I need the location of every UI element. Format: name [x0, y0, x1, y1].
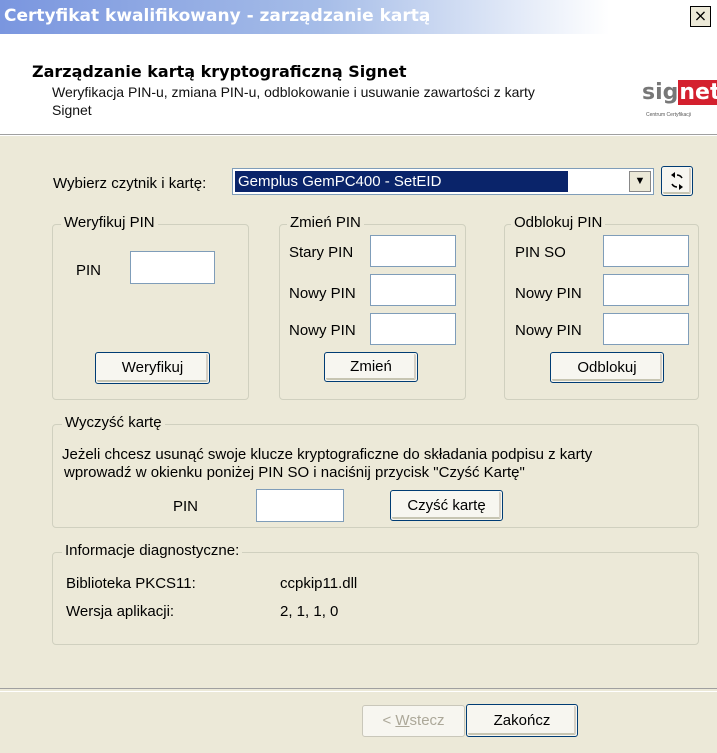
old-pin-input[interactable] [370, 235, 456, 267]
clear-card-text-2: wprowadź w okienku poniżej PIN SO i naci… [64, 464, 525, 481]
close-icon: × [693, 6, 708, 25]
finish-button-label: Zakończ [493, 712, 551, 729]
logo-text-net: net [678, 80, 717, 105]
change-button[interactable]: Zmień [324, 352, 418, 382]
verify-button-label: Weryfikuj [121, 359, 184, 376]
change-button-label: Zmień [350, 358, 392, 375]
change-pin-legend: Zmień PIN [287, 214, 364, 231]
reader-label: Wybierz czytnik i kartę: [53, 175, 207, 192]
diagnostics-legend: Informacje diagnostyczne: [62, 542, 243, 559]
unblock-button[interactable]: Odblokuj [550, 352, 664, 383]
footer-separator [0, 688, 717, 692]
verify-button[interactable]: Weryfikuj [95, 352, 210, 384]
chevron-down-icon[interactable]: ▼ [629, 171, 651, 192]
header-title: Zarządzanie kartą kryptograficzną Signet [32, 62, 407, 81]
close-button[interactable]: × [690, 6, 711, 27]
header-subtitle: Weryfikacja PIN-u, zmiana PIN-u, odbloko… [52, 84, 535, 118]
unblock-button-label: Odblokuj [577, 359, 637, 376]
new-pin-label: Nowy PIN [289, 285, 356, 302]
diagnostics-group [52, 552, 699, 645]
unblock-new-pin-confirm-label: Nowy PIN [515, 322, 582, 339]
library-label: Biblioteka PKCS11: [66, 575, 196, 592]
finish-button[interactable]: Zakończ [466, 704, 578, 737]
clear-card-text-1: Jeżeli chcesz usunąć swoje klucze krypto… [62, 446, 593, 463]
logo-tagline: Centrum Certyfikacji [646, 112, 692, 118]
back-button[interactable]: < Wstecz [362, 705, 465, 737]
title-bar: Certyfikat kwalifikowany - zarządzanie k… [0, 0, 717, 34]
window-title: Certyfikat kwalifikowany - zarządzanie k… [4, 6, 431, 26]
unblock-new-pin-label: Nowy PIN [515, 285, 582, 302]
clear-card-legend: Wyczyść kartę [62, 414, 165, 431]
refresh-icon [671, 172, 683, 190]
reader-selected-value: Gemplus GemPC400 - SetEID [235, 171, 568, 192]
logo-text-sig: sig [642, 80, 679, 105]
so-pin-input[interactable] [603, 235, 689, 267]
library-value: ccpkip11.dll [280, 575, 358, 592]
unblock-pin-legend: Odblokuj PIN [511, 214, 606, 231]
clear-pin-input[interactable] [256, 489, 344, 522]
old-pin-label: Stary PIN [289, 244, 354, 261]
new-pin-confirm-label: Nowy PIN [289, 322, 356, 339]
version-label: Wersja aplikacji: [66, 603, 175, 620]
signet-logo: signet [642, 80, 717, 105]
verify-pin-label: PIN [76, 262, 102, 279]
new-pin-input[interactable] [370, 274, 456, 306]
verify-pin-input[interactable] [130, 251, 215, 284]
refresh-button[interactable] [661, 166, 693, 196]
back-button-label: < Wstecz [382, 712, 445, 729]
unblock-new-pin-confirm-input[interactable] [603, 313, 689, 345]
reader-select[interactable]: Gemplus GemPC400 - SetEID ▼ [232, 168, 654, 195]
clear-pin-label: PIN [173, 498, 199, 515]
unblock-new-pin-input[interactable] [603, 274, 689, 306]
clear-card-button-label: Czyść kartę [407, 497, 486, 514]
new-pin-confirm-input[interactable] [370, 313, 456, 345]
version-value: 2, 1, 1, 0 [280, 603, 339, 620]
clear-card-button[interactable]: Czyść kartę [390, 490, 503, 521]
so-pin-label: PIN SO [515, 244, 566, 261]
verify-pin-legend: Weryfikuj PIN [61, 214, 158, 231]
